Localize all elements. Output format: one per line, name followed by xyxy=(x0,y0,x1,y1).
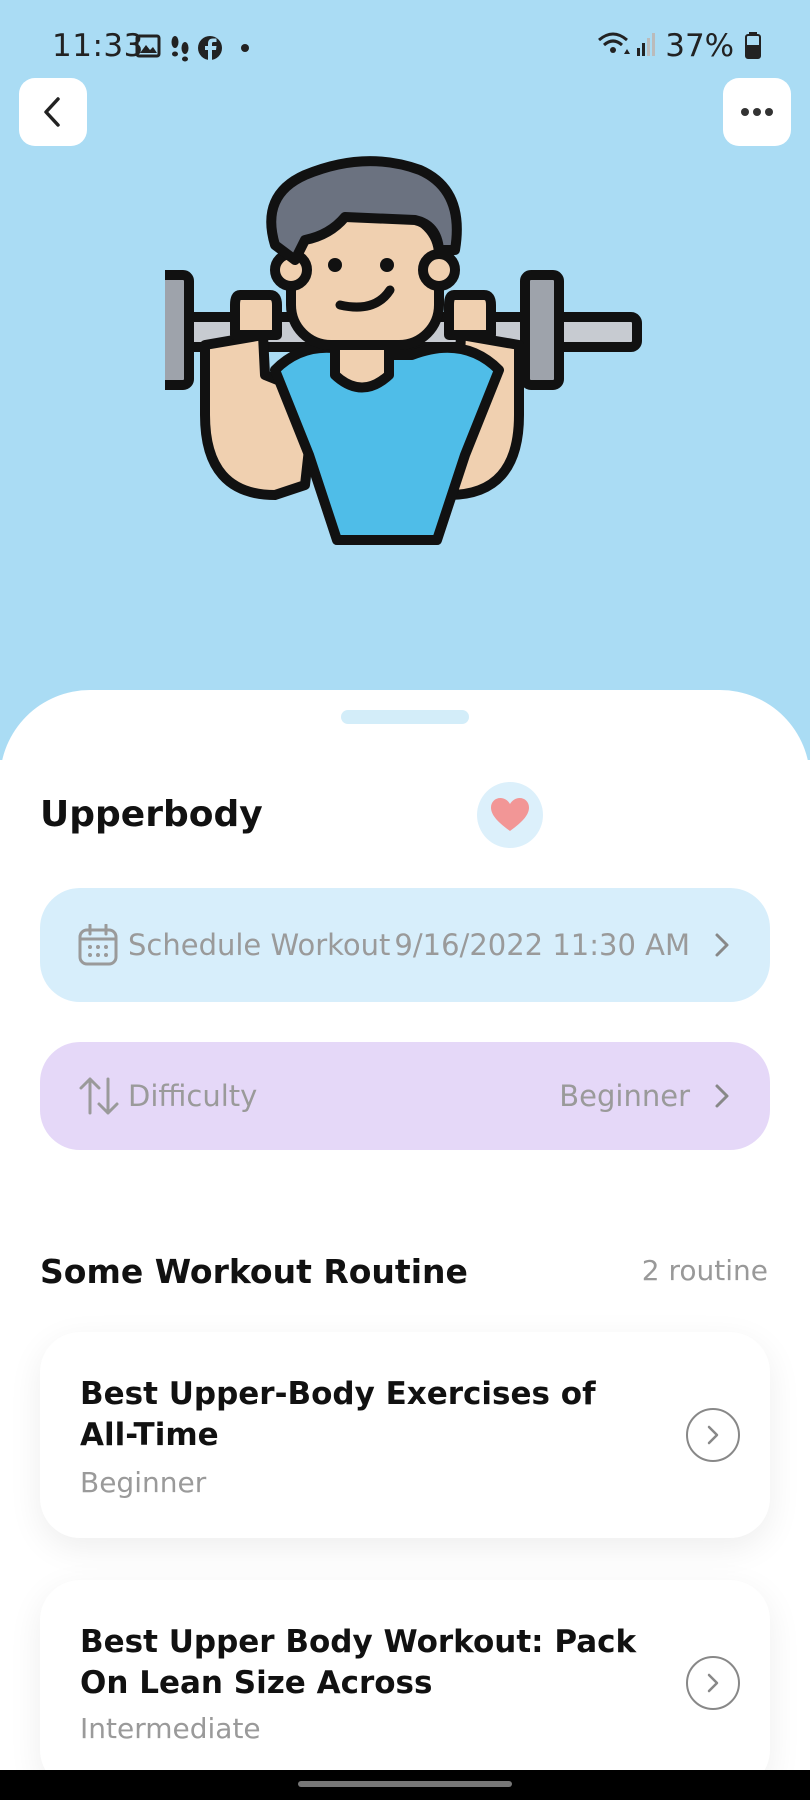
heart-icon xyxy=(491,798,529,831)
difficulty-label: Difficulty xyxy=(128,1079,258,1113)
routine-level: Beginner xyxy=(80,1466,207,1499)
favorite-button[interactable] xyxy=(477,782,543,848)
dot-icon xyxy=(241,44,249,52)
chevron-right-icon xyxy=(707,1425,719,1445)
sort-arrows-icon xyxy=(79,1077,119,1115)
difficulty-value: Beginner xyxy=(559,1079,690,1113)
calendar-icon xyxy=(78,924,118,966)
routine-card[interactable]: Best Upper-Body Exercises of All-Time Be… xyxy=(40,1332,770,1538)
steps-icon xyxy=(171,36,189,62)
image-icon xyxy=(135,34,161,58)
workout-title: Upperbody xyxy=(40,794,263,835)
routine-card[interactable]: Best Upper Body Workout: Pack On Lean Si… xyxy=(40,1580,770,1790)
difficulty-row[interactable]: Difficulty Beginner xyxy=(40,1042,770,1150)
schedule-workout-value: 9/16/2022 11:30 AM xyxy=(394,928,690,962)
battery-icon xyxy=(745,32,761,59)
more-options-button[interactable] xyxy=(723,78,791,146)
back-button[interactable] xyxy=(19,78,87,146)
more-dots-icon xyxy=(741,108,773,116)
facebook-icon xyxy=(198,36,222,60)
schedule-workout-row[interactable]: Schedule Workout 9/16/2022 11:30 AM xyxy=(40,888,770,1002)
status-bar: 11:33 37% xyxy=(0,0,810,96)
chevron-right-icon xyxy=(715,1084,729,1108)
routines-count: 2 routine xyxy=(641,1254,768,1287)
open-routine-button[interactable] xyxy=(686,1656,740,1710)
system-nav-bar xyxy=(0,1770,810,1800)
status-right: 37% xyxy=(597,28,762,64)
routine-title: Best Upper Body Workout: Pack On Lean Si… xyxy=(80,1624,637,1701)
home-gesture-handle[interactable] xyxy=(298,1781,512,1787)
wifi-signal-icon xyxy=(598,32,656,56)
chevron-right-icon xyxy=(715,933,729,957)
chevron-right-icon xyxy=(707,1673,719,1693)
battery-percent: 37% xyxy=(665,28,735,64)
schedule-workout-label: Schedule Workout xyxy=(128,928,391,962)
status-time: 11:33 xyxy=(52,28,144,64)
routines-heading: Some Workout Routine xyxy=(40,1252,468,1291)
routine-level: Intermediate xyxy=(80,1712,261,1745)
weightlifter-illustration xyxy=(165,156,642,545)
status-left-icons xyxy=(135,34,249,62)
open-routine-button[interactable] xyxy=(686,1408,740,1462)
routine-title: Best Upper-Body Exercises of All-Time xyxy=(80,1376,596,1453)
sheet-drag-handle[interactable] xyxy=(341,710,469,724)
chevron-left-icon xyxy=(44,97,60,127)
